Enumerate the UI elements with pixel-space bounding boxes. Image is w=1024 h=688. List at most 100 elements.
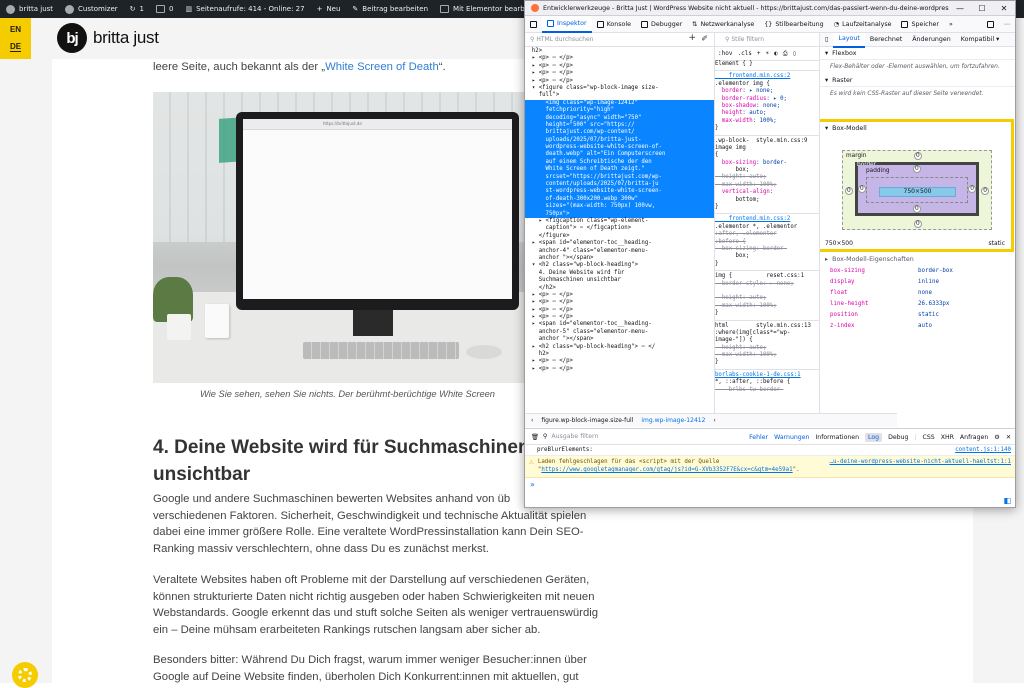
box-padding[interactable]: 750×500 [866, 177, 968, 203]
dom-node-line[interactable]: ▸ <p> ⋯ </p> [525, 366, 714, 373]
dom-node-selected[interactable]: death.webp" alt="Ein Computerscreen [525, 151, 714, 159]
rule-overridden[interactable]: max-width: 100%; [715, 303, 819, 310]
add-rule-button[interactable]: + [757, 50, 761, 57]
add-node-button[interactable]: + [688, 33, 696, 43]
box-content[interactable]: 750×500 [879, 187, 956, 197]
menu-button[interactable]: ⋯ [999, 16, 1015, 33]
dom-node-line[interactable]: ▸ <p> ⋯ </p> [525, 299, 714, 306]
settings-gear-icon[interactable]: ⚙ [994, 434, 1000, 441]
dom-node-line[interactable]: ▸ <p> ⋯ </p> [525, 78, 714, 85]
box-border[interactable]: border 0 0 0 0 padding 750×500 [855, 162, 979, 216]
dom-node-line[interactable]: ▸ <p> ⋯ </p> [525, 314, 714, 321]
dom-node-line[interactable]: ▸ <p> ⋯ </p> [525, 70, 714, 77]
rule-overridden[interactable]: :before { [715, 239, 819, 246]
dom-node-line[interactable]: 4. Deine Website wird für [525, 270, 714, 277]
rule-declaration[interactable]: box-sizing: border- [715, 160, 819, 167]
dom-node-line[interactable]: ▸ <p> ⋯ </p> [525, 307, 714, 314]
css-value[interactable]: : none; [756, 103, 780, 109]
log-source-link[interactable]: content.js:1:140 [955, 447, 1011, 453]
lang-en-link[interactable]: EN [10, 25, 21, 34]
rule-declaration[interactable]: vertical-align: [715, 189, 819, 196]
css-property[interactable]: max-width [715, 118, 753, 124]
breadcrumb-item-figure[interactable]: figure.wp-block-image.size-full [541, 417, 633, 424]
rule-line[interactable]: } [715, 204, 819, 211]
dom-node-line[interactable]: </h2> [525, 285, 714, 292]
rule-line[interactable]: } [715, 125, 819, 132]
rule-overridden[interactable]: height: auto; [715, 174, 819, 181]
rule-overridden[interactable]: max-width: 100%; [715, 352, 819, 359]
more-tabs-button[interactable]: » [944, 16, 958, 33]
dom-node-selected[interactable]: sizes="(max-width: 750px) 100vw, [525, 203, 714, 211]
admin-new-link[interactable]: + Neu [311, 0, 347, 18]
panel-icon[interactable]: ▯ [793, 50, 797, 57]
rule-overridden[interactable]: --brlbs-tw-border- [715, 387, 819, 394]
dock-button[interactable] [982, 16, 999, 33]
rule-line[interactable]: { [715, 152, 819, 159]
flexbox-section-header[interactable]: ▾ Flexbox [820, 47, 1015, 60]
rule-line[interactable]: box; [715, 253, 819, 260]
rule-line[interactable]: :where(img[class*="wp- [715, 330, 819, 337]
dom-node-selected[interactable]: decoding="async" width="750" [525, 114, 714, 122]
css-value[interactable]: : [770, 189, 773, 195]
boxmodel-section-header[interactable]: ▾ Box-Modell [820, 122, 1011, 135]
dom-node-selected[interactable]: 750px"> [525, 210, 714, 218]
rule-source-link[interactable]: borlabs-cookie-1-de.css:1 [715, 372, 819, 379]
rule-source-link[interactable]: frontend.min.css:2 [715, 73, 819, 80]
dom-node-line[interactable]: anchor "></span> [525, 255, 714, 262]
admin-views-stat[interactable]: ▥ Seitenaufrufe: 414 - Online: 27 [179, 0, 310, 18]
white-screen-link[interactable]: White Screen of Death [325, 61, 439, 73]
css-value[interactable]: : border- [756, 160, 787, 166]
dom-node-line[interactable]: Suchmaschinen unsichtbar [525, 277, 714, 284]
sun-icon[interactable]: ☀ [766, 50, 770, 57]
tab-performance[interactable]: ◔ Laufzeitanalyse [829, 16, 897, 33]
rule-line[interactable]: img { reset.css:1 [715, 273, 819, 280]
css-property[interactable]: border [715, 88, 743, 94]
dom-node-selected[interactable]: of-death-300x200.webp 300w" [525, 195, 714, 204]
eyedropper-icon[interactable]: ✐ [701, 34, 708, 42]
rule-line[interactable] [715, 288, 819, 295]
console-level-log[interactable]: Log [865, 432, 883, 442]
console-level-css[interactable]: CSS [923, 434, 935, 441]
dom-node-line[interactable]: </figure> [525, 233, 714, 240]
hov-toggle[interactable]: :hov [718, 50, 732, 57]
dom-node-selected[interactable]: auf einem Schreibtische der den [525, 158, 714, 167]
rules-filter[interactable]: ⚲ Stile filtern [715, 33, 819, 47]
tab-computed[interactable]: Berechnet [865, 33, 907, 47]
tab-storage[interactable]: Speicher [896, 16, 944, 33]
rule-line[interactable]: Element { } [715, 61, 819, 68]
dom-node-line[interactable]: ▸ <p> ⋯ </p> [525, 55, 714, 62]
dom-node-line[interactable]: ▸ <p> ⋯ </p> [525, 63, 714, 70]
dom-node-line[interactable]: ▸ <h2 class="wp-block-heading"> ⋯ </ [525, 344, 714, 351]
rule-line[interactable]: bottom; [715, 197, 819, 204]
dom-node-line[interactable]: ▾ <figure class="wp-block-image size- [525, 85, 714, 92]
rule-line[interactable]: .elementor img { [715, 81, 819, 88]
dom-node-line[interactable]: ▸ <figcaption class="wp-element- [525, 218, 714, 225]
cls-toggle[interactable]: .cls [737, 50, 751, 57]
dom-node-line[interactable]: anchor-4" class="elementor-menu- [525, 248, 714, 255]
rule-line[interactable]: .elementor *, .elementor [715, 224, 819, 231]
dom-node-selected[interactable]: White Screen of Death zeigt." [525, 166, 714, 174]
print-icon[interactable]: ⎙ [783, 50, 788, 57]
rule-declaration[interactable]: box-shadow: none; [715, 103, 819, 110]
tab-inspector[interactable]: Inspektor [542, 15, 592, 33]
rule-overridden[interactable]: height: auto; [715, 345, 819, 352]
dom-node-selected[interactable]: height="500" src="https:// [525, 121, 714, 130]
props-section-header[interactable]: ▸ Box-Modell-Eigenschaften [820, 253, 1015, 265]
breadcrumb-back-icon[interactable]: ‹ [531, 417, 533, 424]
rule-declaration[interactable]: border-radius: ▸ 0; [715, 96, 819, 103]
dom-node-line[interactable]: anchor "></span> [525, 336, 714, 343]
rule-declaration[interactable]: height: auto; [715, 110, 819, 117]
css-value[interactable]: : ▸ none; [742, 88, 773, 94]
dom-node-selected[interactable]: st-wordpress-website-white-screen- [525, 188, 714, 196]
rule-declaration[interactable]: border: ▸ none; [715, 88, 819, 95]
dom-node-line[interactable]: h2> [525, 48, 714, 55]
dom-node-selected[interactable]: fetchpriority="high" [525, 107, 714, 115]
rule-overridden[interactable]: box-sizing: border- [715, 246, 819, 253]
css-property[interactable]: border-radius [715, 96, 767, 102]
dom-node-selected[interactable]: srcset="https://brittajust.com/wp- [525, 173, 714, 182]
maximize-button[interactable]: ☐ [971, 1, 993, 15]
html-search[interactable]: ⚲ HTML durchsuchen + ✐ [525, 33, 714, 47]
tab-debugger[interactable]: Debugger [636, 16, 687, 33]
dom-node-selected[interactable]: content/uploads/2025/07/britta-ju [525, 181, 714, 189]
dom-node-line[interactable]: ▸ <p> ⋯ </p> [525, 292, 714, 299]
